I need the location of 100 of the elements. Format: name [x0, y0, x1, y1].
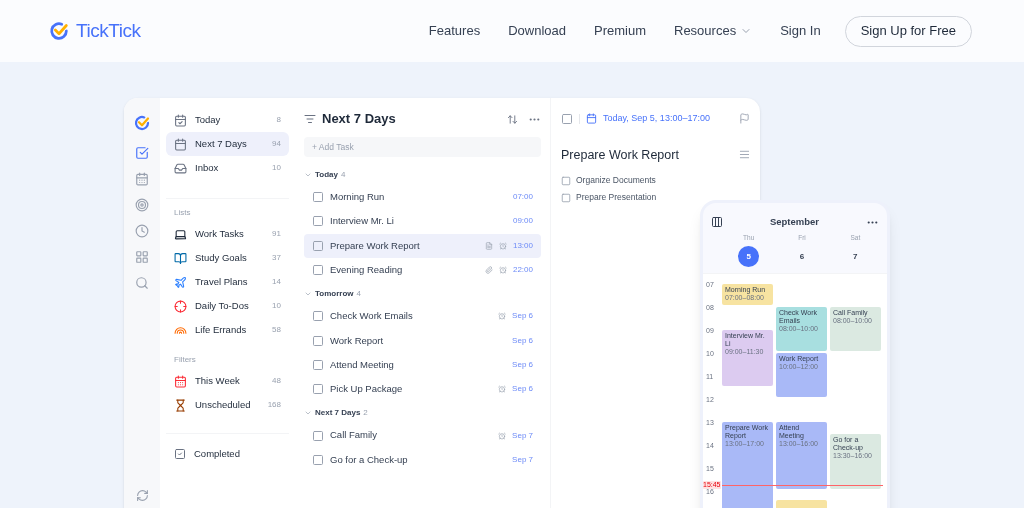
calendar-icon [174, 137, 187, 151]
nav-link[interactable]: Features [428, 21, 481, 41]
avatar-icon[interactable] [133, 114, 151, 132]
sidebar-item[interactable]: Inbox 10 [166, 156, 289, 180]
calendar-icon[interactable] [135, 172, 149, 186]
checkbox[interactable] [312, 334, 324, 347]
task-due: 13:00 [512, 239, 533, 252]
group-header[interactable]: Next 7 Days 2 [304, 403, 541, 424]
task-row[interactable]: Pick Up Package Sep 6 [304, 377, 541, 402]
checkbox[interactable] [561, 192, 571, 203]
task-title: Work Report [330, 333, 385, 348]
checkbox[interactable] [561, 175, 571, 186]
task-due: Sep 6 [512, 334, 533, 347]
sidebar-count: 94 [272, 138, 281, 150]
sort-icon[interactable] [507, 113, 518, 125]
sidebar-label: Next 7 Days [195, 136, 248, 151]
sidebar-count: 48 [272, 375, 281, 387]
sidebar-label: Inbox [195, 160, 220, 175]
checkbox[interactable] [312, 383, 324, 396]
group-header[interactable]: Tomorrow 4 [304, 284, 541, 305]
checkbox-icon [174, 448, 186, 460]
checkbox[interactable] [312, 264, 324, 277]
group-count: 4 [356, 288, 361, 301]
group-count: 4 [340, 169, 346, 181]
subtask-title: Organize Documents [576, 174, 656, 188]
sidebar-count: 58 [272, 324, 281, 336]
sidebar-item[interactable]: Life Errands 58 [166, 318, 289, 342]
sidebar-count: 10 [272, 300, 281, 312]
checkbox-icon[interactable] [135, 146, 149, 160]
task-row[interactable]: Check Work Emails Sep 6 [304, 304, 541, 329]
task-row[interactable]: Morning Run 07:00 [304, 185, 541, 210]
nav-link[interactable]: Sign In [780, 21, 821, 41]
sidebar-item[interactable]: Next 7 Days 94 [166, 132, 289, 156]
task-title: Evening Reading [330, 262, 404, 277]
day-number[interactable]: 7 [844, 246, 866, 267]
sidebar-item[interactable]: Daily To-Dos 10 [166, 294, 289, 318]
sidebar-item[interactable]: Completed [166, 442, 289, 466]
checkbox[interactable] [312, 191, 324, 204]
sidebar-label: Completed [194, 446, 240, 461]
nav-link[interactable]: Resources [674, 21, 753, 41]
nav-link[interactable]: Premium [594, 21, 646, 41]
task-title: Morning Run [330, 190, 386, 204]
sidebar-item[interactable]: Unscheduled 168 [166, 393, 289, 417]
calendar-icon [174, 374, 187, 388]
grid-icon[interactable] [135, 250, 149, 264]
sidebar-item[interactable]: Today 8 [166, 108, 289, 132]
task-row[interactable]: Attend Meeting Sep 6 [304, 352, 541, 378]
brand-name[interactable]: TickTick [76, 16, 141, 46]
day-number[interactable]: 5 [738, 246, 760, 267]
section-title: Lists [173, 207, 192, 219]
sidebar-count: 8 [276, 114, 281, 126]
task-due: Sep 6 [512, 383, 533, 396]
sync-icon[interactable] [135, 489, 149, 502]
menu-icon[interactable] [739, 149, 750, 161]
task-title: Go for a Check-up [330, 452, 409, 467]
checkbox[interactable] [312, 239, 324, 252]
calendar-icon [586, 113, 597, 125]
menu-icon[interactable] [304, 113, 316, 125]
task-row[interactable]: Work Report Sep 6 [304, 328, 541, 353]
task-row[interactable]: Go for a Check-up Sep 7 [304, 447, 541, 472]
checkbox[interactable] [561, 112, 573, 125]
target-icon [174, 299, 187, 313]
checkbox[interactable] [312, 310, 324, 323]
checkbox[interactable] [312, 215, 324, 228]
view-icon[interactable] [711, 216, 723, 229]
sidebar-count: 37 [272, 252, 281, 264]
plane-icon [174, 275, 187, 289]
target-icon[interactable] [135, 198, 149, 212]
list-title: Next 7 Days [322, 110, 397, 129]
add-task-placeholder: + Add Task [312, 140, 354, 154]
flag-icon[interactable] [739, 113, 750, 125]
day-number[interactable]: 6 [791, 246, 813, 267]
clock-icon[interactable] [135, 224, 149, 238]
date-label[interactable]: Today, Sep 5, 13:00–17:00 [603, 112, 733, 126]
task-title: Prepare Work Report [330, 238, 421, 253]
task-row[interactable]: Interview Mr. Li 09:00 [304, 209, 541, 234]
book-icon [174, 251, 187, 265]
task-title: Call Family [330, 428, 378, 443]
group-header[interactable]: Today 4 [304, 165, 541, 185]
sidebar-item[interactable]: Travel Plans 14 [166, 270, 289, 294]
sidebar-item[interactable]: This Week 48 [166, 369, 289, 393]
task-row[interactable]: Evening Reading 22:00 [304, 257, 541, 283]
search-icon[interactable] [135, 276, 149, 290]
checkbox[interactable] [312, 453, 324, 466]
checkbox[interactable] [312, 429, 324, 442]
sidebar-label: This Week [195, 373, 241, 388]
checkbox[interactable] [312, 358, 324, 371]
task-due: Sep 6 [512, 358, 533, 371]
task-row[interactable]: Call Family Sep 7 [304, 423, 541, 448]
task-due: 07:00 [512, 191, 533, 204]
sidebar-item[interactable]: Work Tasks 91 [166, 222, 289, 246]
sidebar-item[interactable]: Study Goals 37 [166, 246, 289, 270]
calendar-icon [174, 113, 187, 127]
task-due: Sep 7 [512, 453, 533, 466]
task-due: Sep 6 [512, 310, 533, 323]
nav-link[interactable]: Download [508, 21, 566, 41]
sidebar-count: 10 [272, 162, 281, 174]
inbox-icon [174, 161, 187, 175]
task-row[interactable]: Prepare Work Report 13:00 [304, 233, 541, 258]
task-due: 09:00 [512, 215, 533, 228]
